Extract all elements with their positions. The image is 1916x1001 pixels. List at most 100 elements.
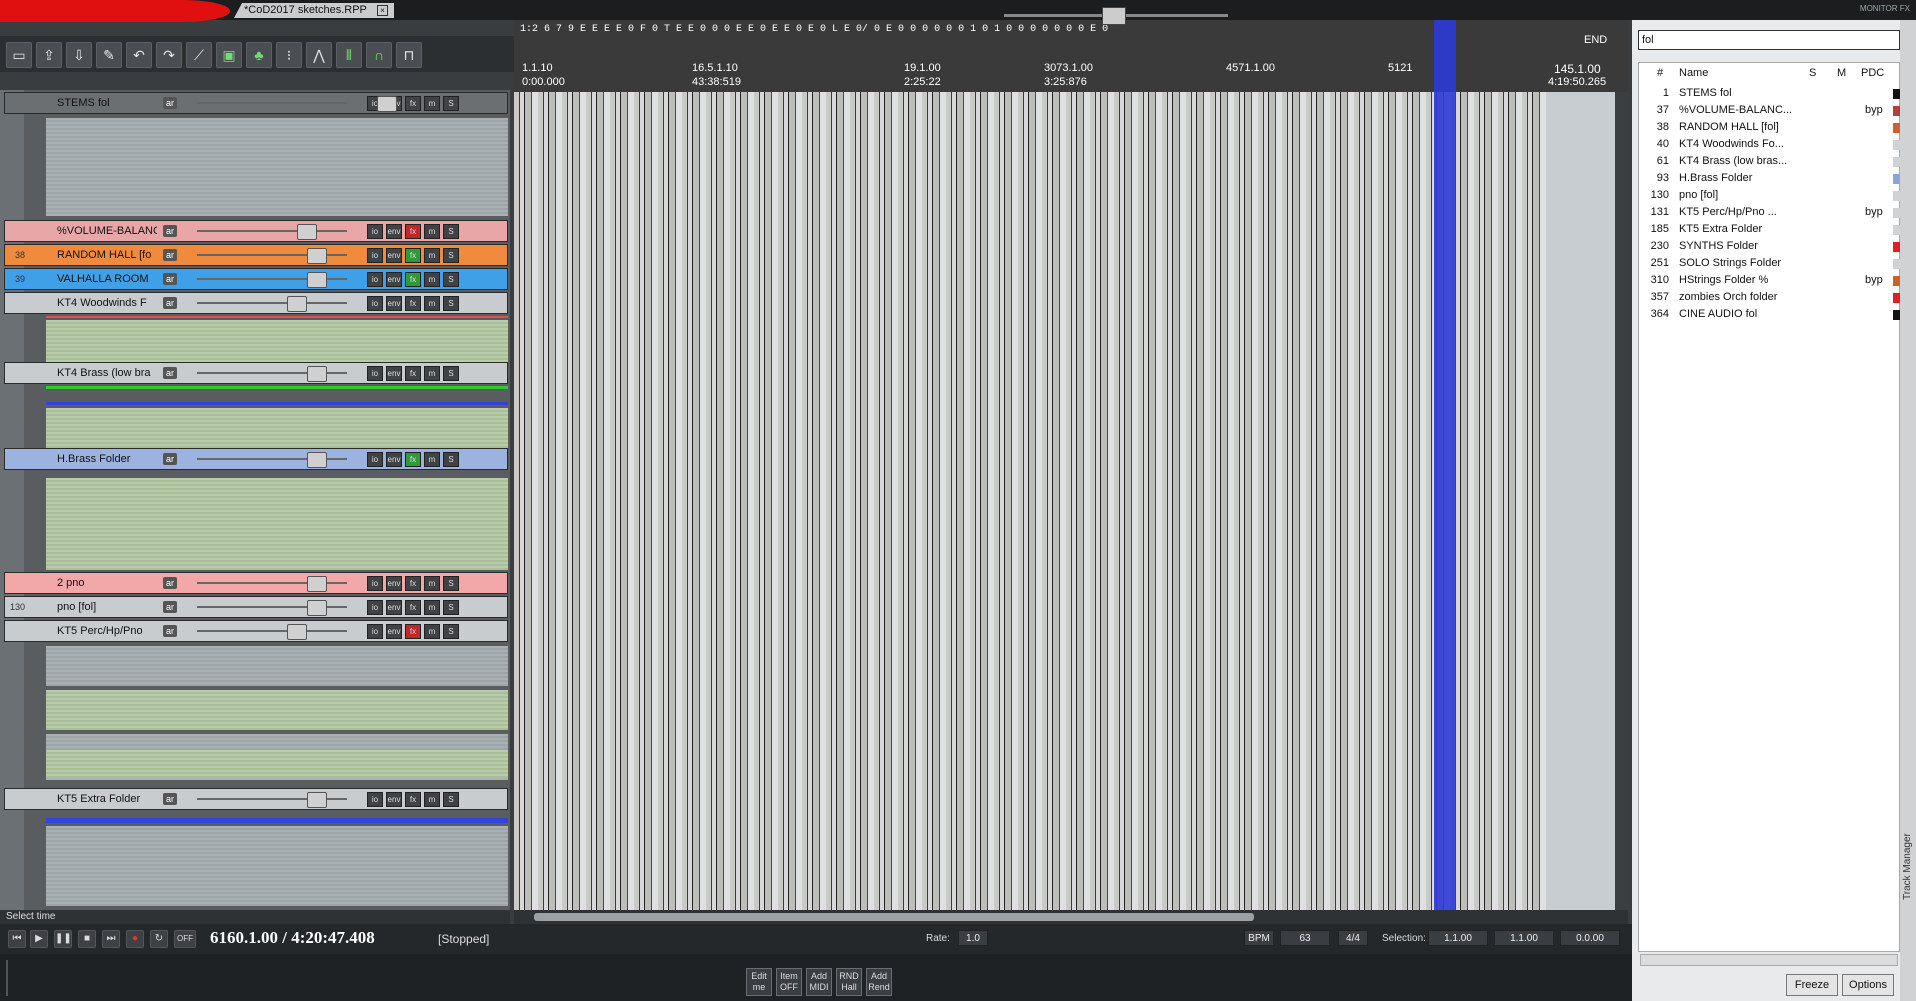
env-button[interactable]: env [386, 223, 402, 239]
grid-icon[interactable]: ⁝ [276, 42, 302, 68]
freeze-button[interactable]: Freeze [1786, 974, 1838, 996]
volume-slider[interactable] [197, 248, 347, 264]
fx-button[interactable]: fx [405, 247, 421, 263]
vertical-scrollbar[interactable] [1615, 92, 1629, 910]
row-name[interactable]: %VOLUME-BALANC... [1679, 102, 1799, 119]
rate-field[interactable]: 1.0 [958, 930, 988, 946]
env-button[interactable]: env [386, 451, 402, 467]
fx-button[interactable]: fx [405, 365, 421, 381]
io-button[interactable]: io [367, 271, 383, 287]
track-manager-row[interactable]: 131 KT5 Perc/Hp/Pno ... byp [1639, 204, 1900, 221]
row-name[interactable]: SYNTHS Folder [1679, 238, 1799, 255]
volume-knob[interactable] [307, 452, 327, 468]
track-manager-row[interactable]: 1 STEMS fol [1639, 85, 1900, 102]
volume-slider[interactable] [197, 576, 347, 592]
settings-icon[interactable]: ✎ [96, 42, 122, 68]
track-header[interactable]: 39 VALHALLA ROOM ar io env fx m S [4, 268, 508, 290]
env-button[interactable]: env [386, 271, 402, 287]
io-button[interactable]: io [367, 575, 383, 591]
record-arm-button[interactable]: ar [163, 601, 177, 613]
track-manager-row[interactable]: 93 H.Brass Folder [1639, 170, 1900, 187]
track-header[interactable]: 2 pno ar io env fx m S [4, 572, 508, 594]
volume-knob[interactable] [287, 624, 307, 640]
solo-button[interactable]: S [443, 247, 459, 263]
track-name[interactable]: KT5 Extra Folder [53, 791, 157, 807]
solo-button[interactable]: S [443, 791, 459, 807]
track-manager-row[interactable]: 357 zombies Orch folder [1639, 289, 1900, 306]
volume-knob[interactable] [307, 366, 327, 382]
open-icon[interactable]: ⇪ [36, 42, 62, 68]
snap-icon[interactable]: ⋀ [306, 42, 332, 68]
env-button[interactable]: env [386, 623, 402, 639]
mute-button[interactable]: m [424, 599, 440, 615]
time-signature-field[interactable]: 4/4 [1338, 930, 1368, 946]
volume-knob[interactable] [307, 576, 327, 592]
go-to-start-icon[interactable]: ⏮ [8, 930, 26, 948]
track-header[interactable]: KT5 Perc/Hp/Pno ar io env fx m S [4, 620, 508, 642]
selection-end[interactable]: 1.1.00 [1494, 930, 1554, 946]
fx-button[interactable]: fx [405, 791, 421, 807]
row-name[interactable]: SOLO Strings Folder [1679, 255, 1799, 272]
col-header-num[interactable]: # [1657, 63, 1663, 83]
track-manager-row[interactable]: 38 RANDOM HALL [fol] [1639, 119, 1900, 136]
record-arm-button[interactable]: ar [163, 225, 177, 237]
fx-button[interactable]: fx [405, 575, 421, 591]
track-header[interactable]: 38 RANDOM HALL [fo ar io env fx m S [4, 244, 508, 266]
volume-slider[interactable] [197, 792, 347, 808]
col-header-solo[interactable]: S [1809, 63, 1816, 83]
track-name[interactable]: H.Brass Folder [53, 451, 157, 467]
fx-button[interactable]: fx [405, 623, 421, 639]
io-button[interactable]: io [367, 791, 383, 807]
mute-button[interactable]: m [424, 247, 440, 263]
solo-button[interactable]: S [443, 223, 459, 239]
track-name[interactable]: VALHALLA ROOM [53, 271, 157, 287]
action-button-rnd-hall[interactable]: RND Hall [836, 968, 862, 996]
action-button-item-off[interactable]: Item OFF [776, 968, 802, 996]
mute-button[interactable]: m [424, 623, 440, 639]
volume-knob[interactable] [307, 792, 327, 808]
ripple-icon[interactable]: ♣ [246, 42, 272, 68]
selection-start[interactable]: 1.1.00 [1428, 930, 1488, 946]
solo-button[interactable]: S [443, 575, 459, 591]
env-button[interactable]: env [386, 791, 402, 807]
solo-button[interactable]: S [443, 95, 459, 111]
record-icon[interactable]: ● [126, 930, 144, 948]
record-arm-button[interactable]: ar [163, 625, 177, 637]
lock-icon[interactable]: ⊓ [396, 42, 422, 68]
track-name[interactable]: KT4 Woodwinds F [53, 295, 157, 311]
pause-icon[interactable]: ❚❚ [54, 930, 72, 948]
track-name[interactable]: %VOLUME-BALANC [53, 223, 157, 239]
volume-slider[interactable] [197, 272, 347, 288]
row-name[interactable]: KT4 Woodwinds Fo... [1679, 136, 1799, 153]
track-manager-row[interactable]: 310 HStrings Folder % byp [1639, 272, 1900, 289]
io-button[interactable]: io [367, 623, 383, 639]
track-header[interactable]: KT5 Extra Folder ar io env fx m S [4, 788, 508, 810]
mute-button[interactable]: m [424, 271, 440, 287]
row-name[interactable]: HStrings Folder % [1679, 272, 1799, 289]
volume-slider[interactable] [197, 296, 347, 312]
io-button[interactable]: io [367, 365, 383, 381]
action-button-add-rend[interactable]: Add Rend [866, 968, 892, 996]
volume-knob[interactable] [307, 272, 327, 288]
volume-slider[interactable] [197, 624, 347, 640]
volume-knob[interactable] [297, 224, 317, 240]
new-file-icon[interactable]: ▭ [6, 42, 32, 68]
track-manager-row[interactable]: 61 KT4 Brass (low bras... [1639, 153, 1900, 170]
mute-button[interactable]: m [424, 791, 440, 807]
solo-button[interactable]: S [443, 451, 459, 467]
fx-button[interactable]: fx [405, 599, 421, 615]
row-name[interactable]: RANDOM HALL [fol] [1679, 119, 1799, 136]
track-header[interactable]: KT4 Brass (low bra ar io env fx m S [4, 362, 508, 384]
env-button[interactable]: env [386, 599, 402, 615]
col-header-mute[interactable]: M [1837, 63, 1846, 83]
solo-button[interactable]: S [443, 365, 459, 381]
track-header[interactable]: STEMS fol ar io env fx m S [4, 92, 508, 114]
options-button[interactable]: Options [1842, 974, 1894, 996]
track-manager-row[interactable]: 185 KT5 Extra Folder [1639, 221, 1900, 238]
track-header[interactable]: H.Brass Folder ar io env fx m S [4, 448, 508, 470]
fx-button[interactable]: fx [405, 271, 421, 287]
row-name[interactable]: pno [fol] [1679, 187, 1799, 204]
track-manager-filter-input[interactable]: fol [1638, 30, 1900, 50]
track-manager-hscrollbar[interactable] [1640, 954, 1898, 966]
io-button[interactable]: io [367, 599, 383, 615]
